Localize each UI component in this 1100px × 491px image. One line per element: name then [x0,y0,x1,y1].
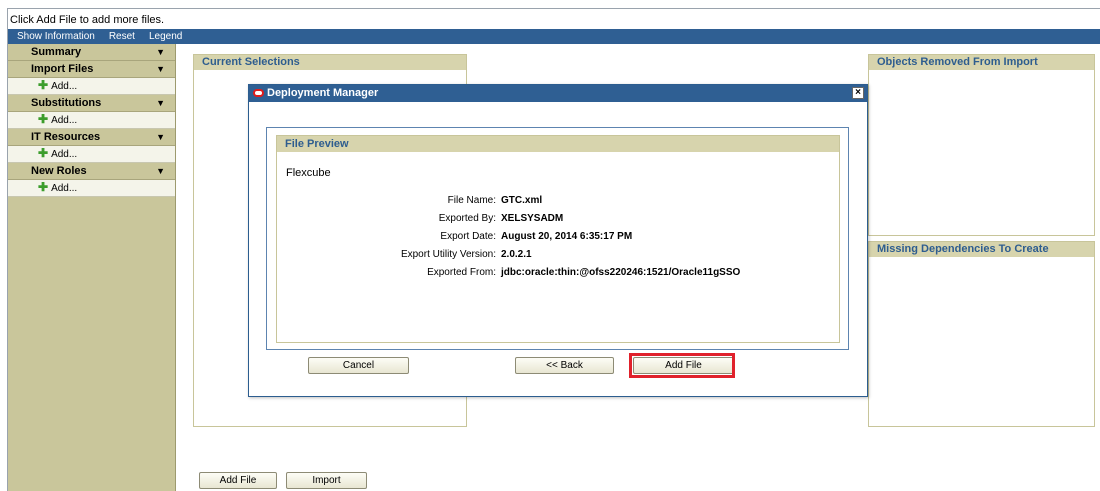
chevron-down-icon[interactable]: ▼ [156,95,165,112]
close-icon[interactable]: × [852,87,864,99]
preview-package-name: Flexcube [286,167,331,179]
field-export-utility-version: Export Utility Version: 2.0.2.1 [277,249,841,261]
oracle-logo-icon [253,89,264,97]
field-label: Exported By: [438,213,496,224]
sidebar-item-add-substitution[interactable]: ✚ Add... [8,112,175,129]
sidebar-item-label: Add... [51,115,78,126]
field-exported-from: Exported From: jdbc:oracle:thin:@ofss220… [277,267,841,279]
panel-title: Current Selections [194,55,466,70]
deployment-manager-dialog: Deployment Manager × File Preview Flexcu… [248,84,868,397]
sidebar-section-import-files[interactable]: Import Files ▼ [8,61,175,78]
chevron-down-icon[interactable]: ▼ [156,61,165,78]
sidebar-item-add-import-file[interactable]: ✚ Add... [8,78,175,95]
field-export-date: Export Date: August 20, 2014 6:35:17 PM [277,231,841,243]
panel-title: Missing Dependencies To Create [869,242,1094,257]
sidebar-item-label: Add... [51,183,78,194]
plus-icon: ✚ [38,146,49,160]
field-label: Export Utility Version: [400,249,496,260]
field-value: XELSYSADM [501,213,564,224]
field-label: Export Date: [440,231,496,242]
top-toolbar: Show Information Reset Legend [8,29,1100,44]
add-file-button[interactable]: Add File [199,472,277,489]
panel-title: Objects Removed From Import [869,55,1094,70]
cancel-button[interactable]: Cancel [308,357,409,374]
file-preview-panel: File Preview Flexcube File Name: GTC.xml… [276,135,840,343]
sidebar-section-label: IT Resources [31,131,101,143]
hint-text: Click Add File to add more files. [10,14,165,26]
highlight-box [629,353,735,378]
chevron-down-icon[interactable]: ▼ [156,44,165,61]
field-file-name: File Name: GTC.xml [277,195,841,207]
show-information-link[interactable]: Show Information [17,31,95,42]
chevron-down-icon[interactable]: ▼ [156,129,165,146]
field-label: Exported From: [427,267,496,278]
preview-title: File Preview [277,136,839,152]
sidebar-section-new-roles[interactable]: New Roles ▼ [8,163,175,180]
dialog-title-bar: Deployment Manager × [249,85,867,102]
field-value: August 20, 2014 6:35:17 PM [501,231,633,242]
sidebar-section-summary[interactable]: Summary ▼ [8,44,175,61]
field-value: jdbc:oracle:thin:@ofss220246:1521/Oracle… [501,267,741,278]
dialog-title: Deployment Manager [267,87,379,99]
back-button[interactable]: << Back [515,357,614,374]
legend-link[interactable]: Legend [149,31,182,42]
field-value: 2.0.2.1 [501,249,532,260]
sidebar-section-label: New Roles [31,165,87,177]
sidebar-section-label: Substitutions [31,97,102,109]
sidebar-item-add-it-resource[interactable]: ✚ Add... [8,146,175,163]
sidebar-section-label: Summary [31,46,82,58]
sidebar: Summary ▼ Import Files ▼ ✚ Add... Substit… [8,44,176,491]
chevron-down-icon[interactable]: ▼ [156,163,165,180]
field-label: File Name: [447,195,496,206]
plus-icon: ✚ [38,112,49,126]
plus-icon: ✚ [38,180,49,194]
plus-icon: ✚ [38,78,49,92]
field-value: GTC.xml [501,195,543,206]
missing-dependencies-panel: Missing Dependencies To Create [868,241,1095,427]
sidebar-item-label: Add... [51,81,78,92]
field-exported-by: Exported By: XELSYSADM [277,213,841,225]
sidebar-section-label: Import Files [31,63,94,75]
sidebar-item-label: Add... [51,149,78,160]
objects-removed-panel: Objects Removed From Import [868,54,1095,236]
sidebar-section-substitutions[interactable]: Substitutions ▼ [8,95,175,112]
import-button[interactable]: Import [286,472,367,489]
reset-link[interactable]: Reset [109,31,135,42]
sidebar-section-it-resources[interactable]: IT Resources ▼ [8,129,175,146]
sidebar-item-add-new-role[interactable]: ✚ Add... [8,180,175,197]
